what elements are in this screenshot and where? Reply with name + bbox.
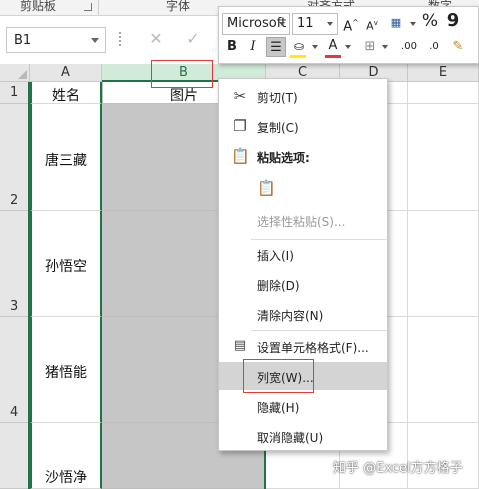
font-size-value: 11	[297, 16, 314, 31]
annotation-box-column-width	[243, 359, 314, 393]
cell-e5[interactable]	[408, 423, 479, 489]
menu-item-label: 复制(C)	[257, 121, 299, 135]
cell-e2[interactable]	[408, 104, 479, 211]
name-box[interactable]: B1	[6, 27, 106, 53]
ribbon-group-font: 字体	[166, 0, 191, 13]
chevron-down-icon[interactable]	[312, 45, 318, 49]
menu-item-paste-options: 📋 粘贴选项:	[219, 142, 387, 170]
cell-e3[interactable]	[408, 211, 479, 317]
row-number: 3	[10, 299, 19, 314]
decrease-decimal-icon[interactable]: .0	[424, 37, 444, 57]
chevron-down-icon[interactable]	[91, 38, 99, 43]
chevron-down-icon[interactable]	[382, 45, 388, 49]
select-all-triangle-icon	[18, 70, 27, 79]
menu-item-delete[interactable]: 删除(D)	[219, 270, 387, 298]
clipboard-launcher-icon[interactable]	[84, 3, 92, 11]
font-name-combo[interactable]: Microsoft	[222, 13, 290, 35]
copy-icon: ❐	[233, 117, 247, 135]
formula-bar-splitter[interactable]	[119, 32, 121, 46]
cancel-icon[interactable]: ✕	[146, 26, 166, 52]
row-number: 2	[10, 193, 19, 208]
cell-a1-text: 姓名	[52, 88, 80, 104]
menu-item-label: 粘贴选项:	[257, 151, 310, 165]
menu-item-unhide[interactable]: 取消隐藏(U)	[219, 422, 387, 450]
row-number: 4	[10, 405, 19, 420]
format-cells-icon: ▤	[233, 338, 247, 353]
select-all-corner[interactable]	[0, 64, 30, 82]
menu-item-label: 插入(I)	[257, 249, 294, 263]
context-menu: ✂ 剪切(T) ❐ 复制(C) 📋 粘贴选项: 📋 选择性粘贴(S)... 插入…	[218, 78, 388, 451]
name-box-value: B1	[14, 33, 32, 48]
italic-button[interactable]: I	[246, 37, 260, 57]
row-header-2[interactable]: 2	[0, 104, 30, 211]
comma-style-button[interactable]: 9	[445, 11, 461, 31]
check-icon[interactable]: ✓	[183, 26, 203, 52]
menu-separator	[251, 330, 387, 331]
menu-item-paste-special[interactable]: 选择性粘贴(S)...	[219, 206, 387, 234]
grow-font-icon[interactable]: A^	[343, 13, 359, 34]
font-name-value: Microsoft	[227, 16, 287, 31]
menu-item-label: 剪切(T)	[257, 91, 298, 105]
cell-a3-text: 孙悟空	[45, 259, 87, 275]
scissors-icon: ✂	[233, 87, 247, 105]
number-format-icon[interactable]: ▦	[385, 13, 407, 33]
column-header-a[interactable]: A	[30, 64, 102, 82]
row-number: 1	[10, 85, 19, 100]
menu-item-label: 设置单元格格式(F)...	[257, 341, 369, 355]
row-header-1[interactable]: 1	[0, 82, 30, 104]
menu-item-label: 隐藏(H)	[257, 401, 300, 415]
borders-icon[interactable]: ⊞	[361, 37, 379, 57]
chevron-down-icon[interactable]	[327, 22, 333, 26]
cell-a1[interactable]: 姓名	[30, 82, 102, 104]
watermark: 知乎 @Excel方方格子	[333, 461, 463, 476]
menu-item-label: 取消隐藏(U)	[257, 431, 324, 445]
chevron-down-icon[interactable]	[410, 22, 416, 26]
column-header-e[interactable]: E	[408, 64, 479, 82]
fill-color-bar	[290, 55, 306, 58]
menu-item-format-cells[interactable]: ▤ 设置单元格格式(F)...	[219, 332, 387, 360]
menu-item-label: 清除内容(N)	[257, 309, 324, 323]
format-painter-icon[interactable]: ✎	[448, 37, 468, 57]
mini-toolbar: Microsoft 11 A^ Av ▦ % 9 B I ☰ ⛀ A ⊞ .00…	[218, 6, 479, 64]
menu-item-label: 选择性粘贴(S)...	[257, 215, 346, 229]
cell-a4-text: 猪悟能	[45, 365, 87, 381]
paste-icon: 📋	[231, 147, 250, 165]
center-align-icon[interactable]: ☰	[266, 37, 286, 57]
cell-a3[interactable]: 孙悟空	[30, 211, 102, 317]
cell-a2[interactable]: 唐三藏	[30, 104, 102, 211]
row-header-5[interactable]	[0, 423, 30, 489]
cell-a5-text: 沙悟净	[45, 470, 87, 486]
menu-item-copy[interactable]: ❐ 复制(C)	[219, 112, 387, 140]
menu-item-clear-contents[interactable]: 清除内容(N)	[219, 300, 387, 328]
menu-item-cut[interactable]: ✂ 剪切(T)	[219, 82, 387, 110]
ribbon-group-clipboard: 剪贴板	[20, 0, 57, 13]
chevron-down-icon[interactable]	[345, 45, 351, 49]
ribbon-separator	[98, 0, 99, 15]
menu-item-label: 删除(D)	[257, 279, 300, 293]
menu-item-insert[interactable]: 插入(I)	[219, 240, 387, 268]
percent-style-button[interactable]: %	[421, 11, 439, 31]
annotation-box-column-b	[151, 60, 213, 88]
shrink-font-icon[interactable]: Av	[364, 13, 380, 33]
cell-e1[interactable]	[408, 82, 479, 104]
clipboard-paste-icon: 📋	[257, 179, 276, 197]
row-header-4[interactable]: 4	[0, 317, 30, 423]
cell-a2-text: 唐三藏	[45, 153, 87, 169]
cell-e4[interactable]	[408, 317, 479, 423]
fill-color-icon[interactable]: ⛀	[290, 36, 308, 56]
chevron-down-icon[interactable]	[279, 22, 285, 26]
font-size-combo[interactable]: 11	[292, 13, 338, 35]
menu-item-paste-button[interactable]: 📋	[219, 172, 387, 204]
bold-button[interactable]: B	[224, 37, 240, 57]
font-color-icon[interactable]: A	[325, 36, 341, 56]
menu-item-hide[interactable]: 隐藏(H)	[219, 392, 387, 420]
row-header-3[interactable]: 3	[0, 211, 30, 317]
font-color-bar	[325, 55, 341, 58]
increase-decimal-icon[interactable]: .00	[399, 37, 419, 57]
cell-a4[interactable]: 猪悟能	[30, 317, 102, 423]
cell-a5[interactable]: 沙悟净	[30, 423, 102, 489]
